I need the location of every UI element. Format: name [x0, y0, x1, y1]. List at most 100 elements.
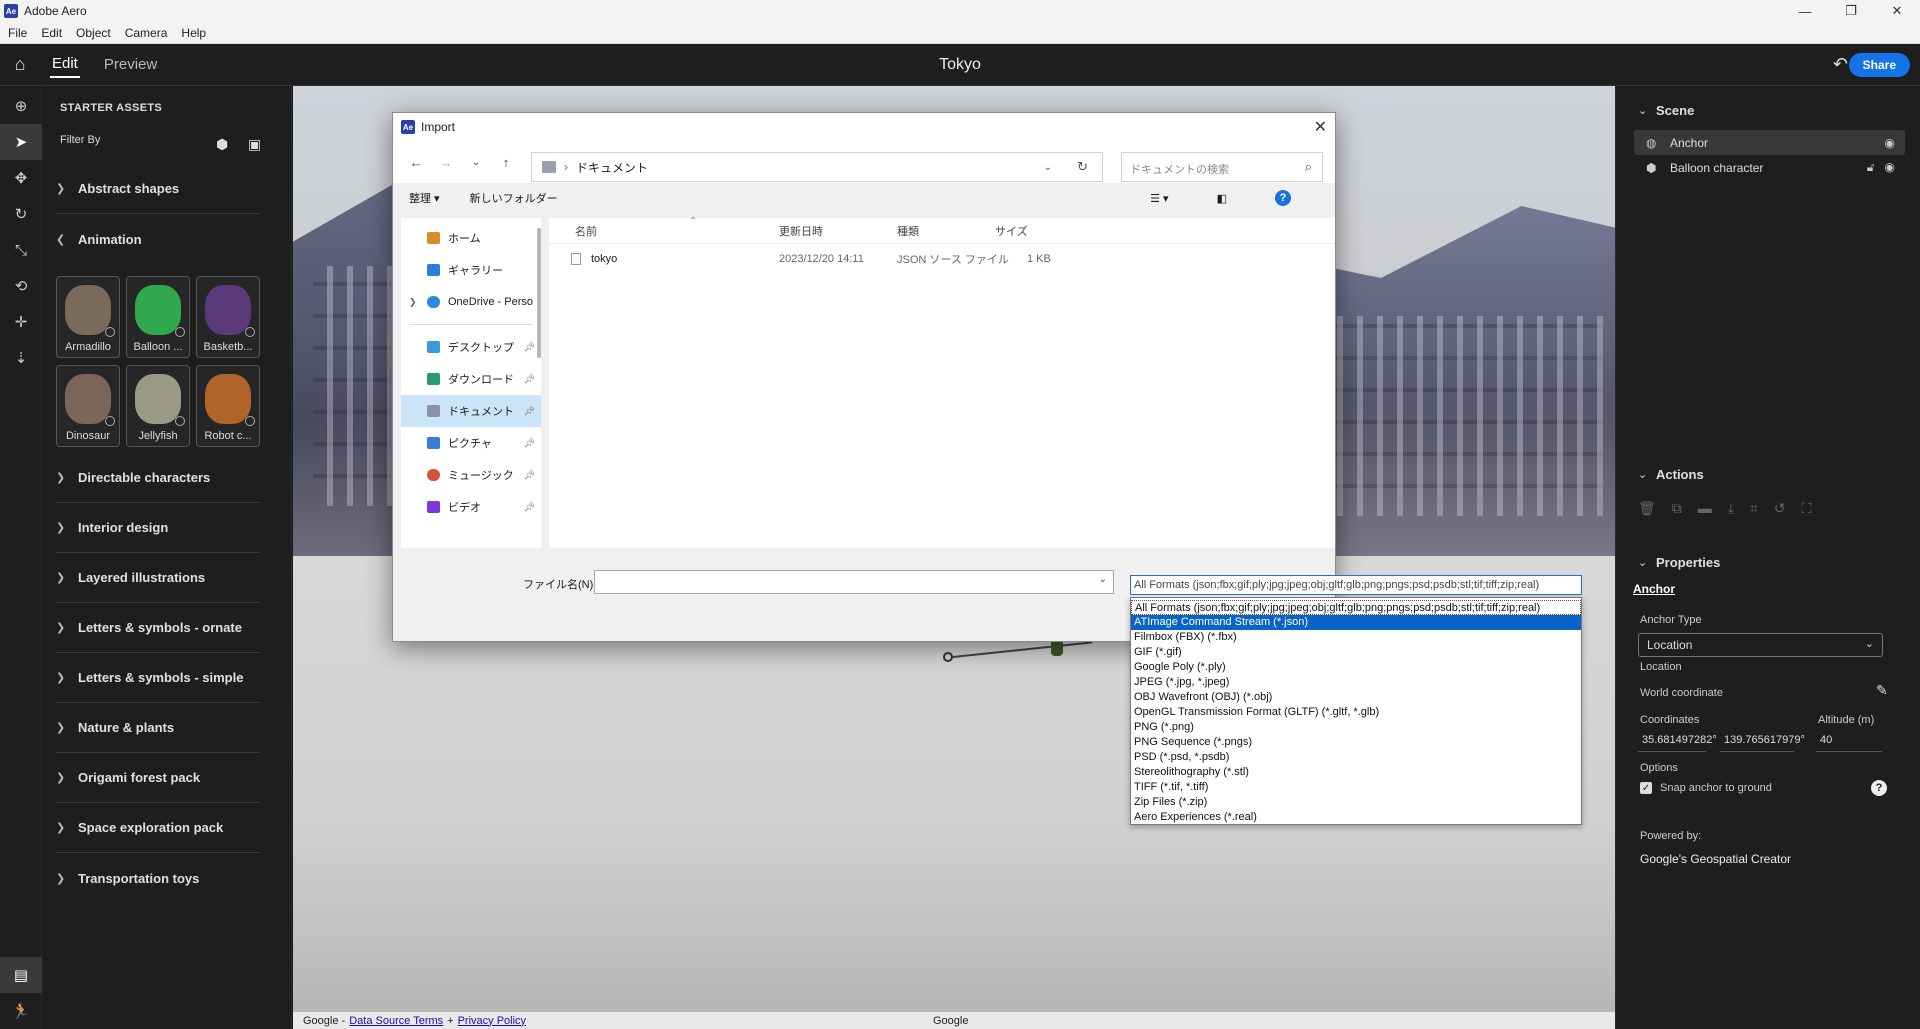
filetype-option[interactable]: Google Poly (*.ply)	[1131, 660, 1581, 675]
category-space-exploration[interactable]: ❯ Space exploration pack	[56, 803, 260, 853]
asset-thumbnail[interactable]: Jellyfish	[126, 365, 190, 447]
filename-input[interactable]: ⌄	[594, 570, 1114, 594]
share-button[interactable]: Share	[1848, 53, 1910, 77]
column-type[interactable]: 種類	[897, 223, 919, 239]
undo-icon[interactable]: ↶	[1833, 54, 1848, 75]
expand-icon[interactable]: ❯	[409, 297, 417, 308]
eye-icon[interactable]: ◉	[1885, 136, 1895, 150]
nav-item[interactable]: ビデオ 📌︎	[401, 491, 541, 523]
altitude-input[interactable]: 40	[1816, 730, 1882, 752]
filetype-option[interactable]: GIF (*.gif)	[1131, 645, 1581, 660]
behaviors-icon[interactable]: 🏃	[0, 993, 42, 1029]
category-layered-illustrations[interactable]: ❯ Layered illustrations	[56, 553, 260, 603]
edit-pencil-icon[interactable]: ✎	[1876, 682, 1888, 699]
back-icon[interactable]: ←	[401, 155, 431, 170]
menu-camera[interactable]: Camera	[125, 26, 168, 40]
scale-tool-icon[interactable]: ⤡	[0, 232, 42, 268]
filetype-select[interactable]: All Formats (json;fbx;gif;ply;jpg;jpeg;o…	[1130, 575, 1582, 595]
filetype-option[interactable]: ATImage Command Stream (*.json)	[1131, 615, 1581, 630]
eye-icon[interactable]: ◉	[1885, 160, 1895, 175]
scene-item-anchor[interactable]: ◍ Anchor ◉	[1634, 130, 1905, 155]
search-input[interactable]: ドキュメントの検索 ⌕	[1121, 152, 1323, 182]
up-icon[interactable]: ↑	[491, 155, 521, 170]
filetype-option[interactable]: All Formats (json;fbx;gif;ply;jpg;jpeg;o…	[1131, 600, 1581, 615]
home-icon[interactable]: ⌂	[0, 44, 40, 86]
select-tool-icon[interactable]: ➤	[0, 124, 42, 160]
privacy-policy-link[interactable]: Privacy Policy	[458, 1015, 526, 1027]
properties-title[interactable]: ⌄ Properties	[1616, 542, 1920, 582]
dolly-icon[interactable]: ⇣	[0, 340, 42, 376]
nav-item[interactable]: デスクトップ 📌︎	[401, 331, 541, 363]
pan-icon[interactable]: ✛	[0, 304, 42, 340]
duplicate-icon[interactable]: ⧉	[1672, 500, 1682, 517]
folder-icon[interactable]: ▬	[1698, 500, 1712, 517]
help-icon[interactable]: ?	[1871, 780, 1887, 796]
asset-thumbnail[interactable]: Dinosaur	[56, 365, 120, 447]
latitude-input[interactable]: 35.681497282°	[1638, 730, 1717, 752]
filetype-option[interactable]: Filmbox (FBX) (*.fbx)	[1131, 630, 1581, 645]
longitude-input[interactable]: 139.765617979°	[1720, 730, 1805, 752]
nav-item[interactable]: ❯ OneDrive - Perso	[401, 286, 541, 318]
move-tool-icon[interactable]: ✥	[0, 160, 42, 196]
menu-object[interactable]: Object	[76, 26, 111, 40]
forward-icon[interactable]: →	[431, 155, 461, 170]
add-icon[interactable]: ⊕	[0, 88, 42, 124]
nav-item[interactable]: ギャラリー	[401, 254, 541, 286]
filetype-option[interactable]: OpenGL Transmission Format (GLTF) (*.glt…	[1131, 705, 1581, 720]
organize-button[interactable]: 整理 ▾	[409, 190, 440, 206]
category-letters-simple[interactable]: ❯ Letters & symbols - simple	[56, 653, 260, 703]
filetype-option[interactable]: OBJ Wavefront (OBJ) (*.obj)	[1131, 690, 1581, 705]
menu-file[interactable]: File	[8, 26, 27, 40]
category-nature-plants[interactable]: ❯ Nature & plants	[56, 703, 260, 753]
filetype-option[interactable]: TIFF (*.tif, *.tiff)	[1131, 780, 1581, 795]
refresh-icon[interactable]: ↻	[1077, 159, 1088, 175]
anchor-gizmo[interactable]	[943, 652, 953, 662]
category-letters-ornate[interactable]: ❯ Letters & symbols - ornate	[56, 603, 260, 653]
category-interior-design[interactable]: ❯ Interior design	[56, 503, 260, 553]
assets-panel-icon[interactable]: ▤	[0, 957, 42, 993]
category-directable-characters[interactable]: ❯ Directable characters	[56, 453, 260, 503]
filetype-option[interactable]: PNG (*.png)	[1131, 720, 1581, 735]
asset-thumbnail[interactable]: Robot c...	[196, 365, 260, 447]
tab-edit[interactable]: Edit	[50, 51, 80, 78]
column-name[interactable]: 名前	[575, 223, 597, 239]
filetype-option[interactable]: JPEG (*.jpg, *.jpeg)	[1131, 675, 1581, 690]
chevron-down-icon[interactable]: ⌄	[1099, 574, 1107, 585]
nav-item[interactable]: ドキュメント 📌︎	[401, 395, 541, 427]
nav-item[interactable]: ピクチャ 📌︎	[401, 427, 541, 459]
bounds-icon[interactable]: ⌗	[1750, 500, 1758, 517]
filetype-option[interactable]: PNG Sequence (*.pngs)	[1131, 735, 1581, 750]
nav-item[interactable]: ダウンロード 📌︎	[401, 363, 541, 395]
category-transportation-toys[interactable]: ❯ Transportation toys	[56, 853, 260, 903]
column-size[interactable]: サイズ	[995, 223, 1028, 239]
fit-icon[interactable]: ⛶	[1802, 500, 1812, 517]
rotate-tool-icon[interactable]: ↻	[0, 196, 42, 232]
scene-item-balloon[interactable]: ⬢ Balloon character 🔓︎ ◉	[1634, 155, 1905, 180]
filetype-option[interactable]: Aero Experiences (*.real)	[1131, 810, 1581, 825]
image-filter-icon[interactable]: ▣	[248, 136, 261, 153]
category-abstract-shapes[interactable]: ❯ Abstract shapes	[56, 164, 260, 214]
lock-icon[interactable]: 🔓︎	[1867, 160, 1875, 175]
asset-thumbnail[interactable]: Balloon ...	[126, 276, 190, 358]
breadcrumb-path[interactable]: ドキュメント	[576, 159, 648, 176]
reset-icon[interactable]: ↺	[1774, 500, 1786, 517]
orbit-icon[interactable]: ⟲	[0, 268, 42, 304]
address-bar[interactable]: › ドキュメント ⌄ ↻	[531, 152, 1103, 182]
data-source-terms-link[interactable]: Data Source Terms	[349, 1015, 443, 1027]
3d-filter-icon[interactable]: ⬢	[216, 136, 228, 153]
filetype-option[interactable]: Zip Files (*.zip)	[1131, 795, 1581, 810]
properties-subtab-anchor[interactable]: Anchor	[1616, 582, 1675, 596]
recent-dropdown-icon[interactable]: ⌄	[461, 157, 491, 168]
asset-thumbnail[interactable]: Armadillo	[56, 276, 120, 358]
nav-scrollbar[interactable]	[537, 228, 541, 358]
new-folder-button[interactable]: 新しいフォルダー	[470, 190, 558, 206]
anchor-type-select[interactable]: Location ⌄	[1638, 633, 1883, 657]
minimize-icon[interactable]: —	[1782, 0, 1828, 22]
file-row[interactable]: tokyo 2023/12/20 14:11 JSON ソース ファイル 1 K…	[549, 244, 1335, 274]
filetype-option[interactable]: Stereolithography (*.stl)	[1131, 765, 1581, 780]
menu-edit[interactable]: Edit	[41, 26, 62, 40]
help-icon[interactable]: ?	[1275, 190, 1291, 206]
tab-preview[interactable]: Preview	[102, 52, 159, 77]
delete-icon[interactable]: 🗑︎	[1638, 500, 1656, 517]
actions-title[interactable]: ⌄ Actions	[1616, 454, 1920, 494]
